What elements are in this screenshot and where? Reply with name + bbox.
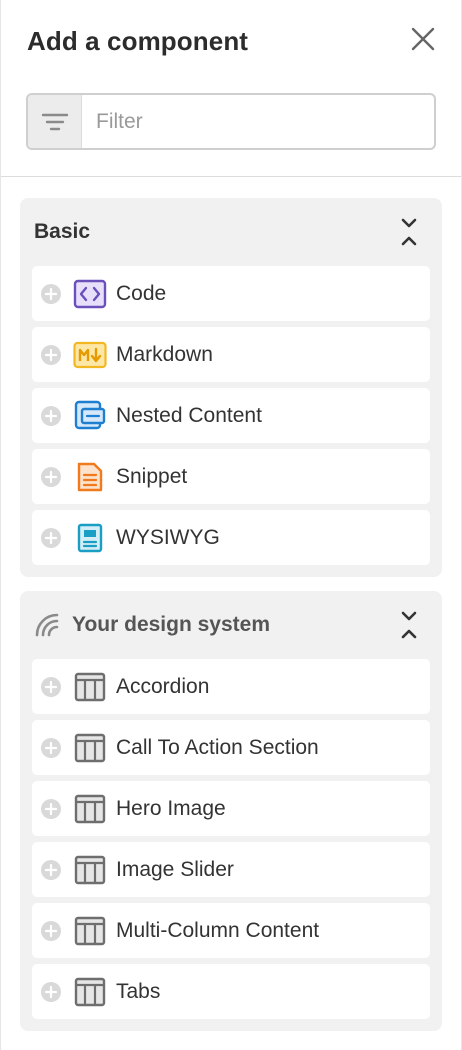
component-label: Nested Content	[116, 403, 262, 427]
add-circle-icon	[40, 527, 62, 549]
component-label: Call To Action Section	[116, 735, 319, 759]
group-header[interactable]: Basic	[20, 198, 442, 266]
panel-header: Add a component	[1, 0, 461, 177]
component-label: Accordion	[116, 674, 210, 698]
group-header[interactable]: Your design system	[20, 591, 442, 659]
add-circle-icon	[40, 344, 62, 366]
component-icon	[72, 913, 108, 949]
filter-field[interactable]	[26, 93, 436, 150]
component-icon	[72, 852, 108, 888]
component-item-tabs[interactable]: Tabs	[32, 964, 430, 1019]
close-icon	[411, 27, 435, 51]
component-item-image-slider[interactable]: Image Slider	[32, 842, 430, 897]
collapse-button[interactable]	[398, 216, 420, 248]
filter-icon	[41, 113, 68, 130]
collapse-icon	[401, 218, 417, 246]
design-system-icon	[34, 612, 60, 638]
filter-input[interactable]	[82, 95, 434, 148]
component-label: Image Slider	[116, 857, 234, 881]
component-item-wysiwyg[interactable]: WYSIWYG	[32, 510, 430, 565]
add-circle-icon	[40, 283, 62, 305]
component-label: Snippet	[116, 464, 188, 488]
add-circle-icon	[40, 737, 62, 759]
add-circle-icon	[40, 798, 62, 820]
component-item-snippet[interactable]: Snippet	[32, 449, 430, 504]
component-item-code[interactable]: Code	[32, 266, 430, 321]
group-basic: Basic Code Markdown Nested Content Snipp…	[20, 198, 442, 577]
component-icon	[72, 730, 108, 766]
filter-icon-box	[28, 95, 82, 148]
close-button[interactable]	[405, 22, 441, 58]
component-label: Hero Image	[116, 796, 226, 820]
panel-title: Add a component	[27, 26, 249, 56]
component-label: Code	[116, 281, 167, 305]
add-circle-icon	[40, 859, 62, 881]
component-label: WYSIWYG	[116, 525, 220, 549]
markdown-icon	[72, 337, 108, 373]
component-item-call-to-action-section[interactable]: Call To Action Section	[32, 720, 430, 775]
code-icon	[72, 276, 108, 312]
group-items: Code Markdown Nested Content Snippet WYS…	[20, 266, 442, 565]
add-circle-icon	[40, 676, 62, 698]
component-item-markdown[interactable]: Markdown	[32, 327, 430, 382]
collapse-button[interactable]	[398, 609, 420, 641]
add-circle-icon	[40, 405, 62, 427]
component-icon	[72, 669, 108, 705]
nested-content-icon	[72, 398, 108, 434]
component-label: Tabs	[116, 979, 161, 1003]
add-circle-icon	[40, 920, 62, 942]
component-item-nested-content[interactable]: Nested Content	[32, 388, 430, 443]
add-circle-icon	[40, 466, 62, 488]
group-design-system: Your design system Accordion Call To Act…	[20, 591, 442, 1031]
component-item-hero-image[interactable]: Hero Image	[32, 781, 430, 836]
collapse-icon	[401, 611, 417, 639]
component-item-accordion[interactable]: Accordion	[32, 659, 430, 714]
add-component-panel: Add a component Basic	[0, 0, 462, 1050]
group-title: Basic	[34, 220, 91, 243]
group-title: Your design system	[72, 613, 271, 636]
snippet-icon	[72, 459, 108, 495]
component-icon	[72, 791, 108, 827]
wysiwyg-icon	[72, 520, 108, 556]
component-item-multi-column-content[interactable]: Multi-Column Content	[32, 903, 430, 958]
component-label: Markdown	[116, 342, 213, 366]
group-items: Accordion Call To Action Section Hero Im	[20, 659, 442, 1019]
component-icon	[72, 974, 108, 1010]
component-label: Multi-Column Content	[116, 918, 320, 942]
add-circle-icon	[40, 981, 62, 1003]
